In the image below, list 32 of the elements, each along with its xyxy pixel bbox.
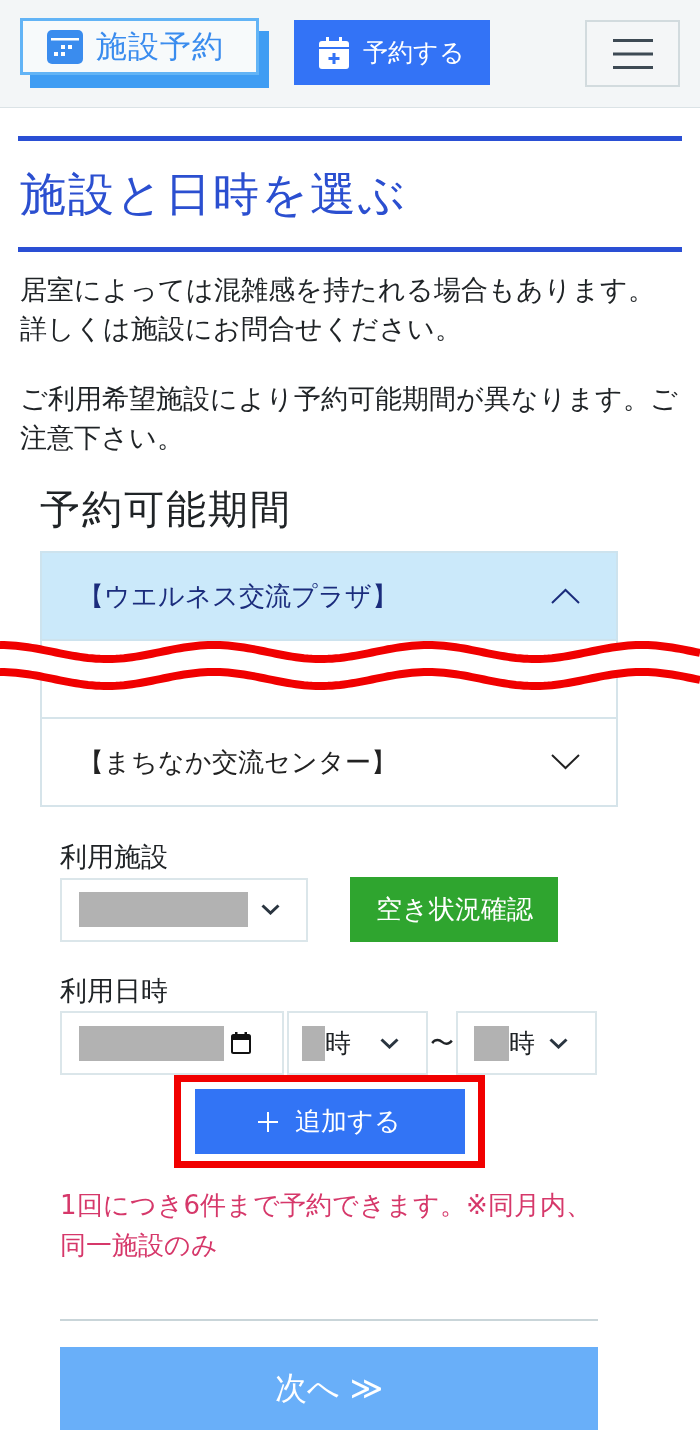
field-label: 利用施設 [60,840,168,874]
chevron-down-icon [551,754,580,770]
reserve-button[interactable]: 予約する [294,20,490,85]
facility-select[interactable] [60,877,308,942]
field-label: 利用日時 [60,974,168,1008]
calendar-icon [231,1032,251,1054]
accordion-header[interactable]: 【ウエルネス交流プラザ】 [40,551,618,641]
hour-select[interactable]: 時 [287,1011,428,1075]
chevron-up-icon [551,588,580,604]
info-text: 居室によっては混雑感を持たれる場合もあります。 [20,273,655,307]
chevron-down-icon [549,1037,568,1049]
menu-button[interactable] [585,20,680,87]
accordion-header[interactable]: 【まちなか交流センター】 [40,717,618,807]
calendar-icon [47,29,83,64]
menu-icon [612,38,653,69]
notice-text: 1回につき6件まで予約できます。※同月内、同一施設のみ [60,1189,593,1262]
plus-icon [258,1111,278,1132]
chevron-down-icon [380,1037,399,1049]
add-button[interactable]: 追加する [194,1089,465,1154]
chevron-down-icon [261,904,280,915]
section-heading: 予約可能期間 [40,485,292,534]
next-button[interactable]: 次へ ≫ [60,1347,598,1430]
redaction-block [474,1025,509,1061]
redaction-block [302,1025,325,1061]
hour-select[interactable]: 時 [456,1011,597,1075]
info-text: ご利用希望施設により予約可能期間が異なります。ご注意下さい。 [20,382,679,455]
availability-button[interactable]: 空き状況確認 [350,877,558,942]
date-field[interactable] [60,1011,284,1075]
info-text: 詳しくは施設にお問合せください。 [20,312,462,346]
calendar-plus-icon [319,36,349,69]
range-separator: 〜 [429,1028,455,1059]
page-title: 施設と日時を選ぶ [20,166,407,223]
